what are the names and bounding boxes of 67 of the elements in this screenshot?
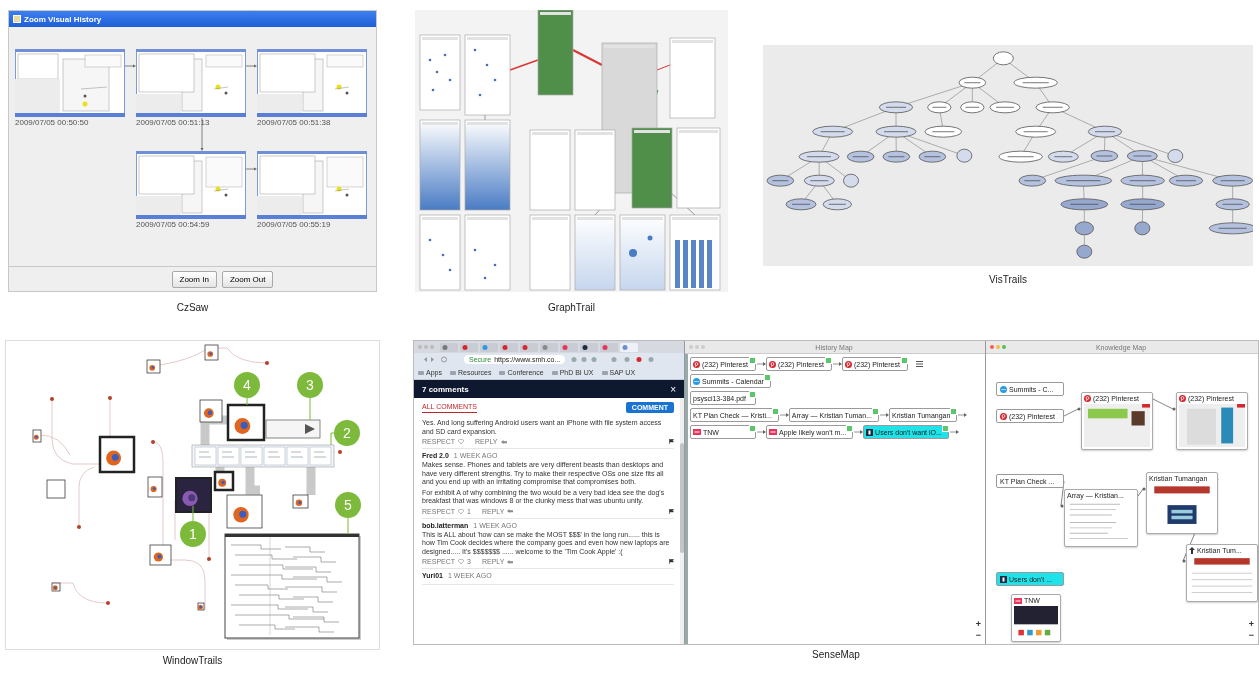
screenshot-thumbnail[interactable] [257,151,367,219]
reply-icon[interactable] [507,559,514,564]
arrow [778,412,789,418]
globe-icon [693,377,700,385]
zoom-button[interactable]: − [975,631,981,640]
arrow [243,167,257,171]
arrow [243,64,257,68]
pin-logo-icon [845,360,852,368]
arrow [1063,407,1081,417]
pin-logo-icon [693,360,700,368]
arrow [1060,480,1065,508]
figure-caption: VisTrails [989,274,1027,285]
zoom-button[interactable]: + [975,620,981,629]
pin-logo-icon [1179,395,1186,402]
snapshot-timestamp: 2009/07/05 00:51:38 [257,118,331,127]
page-preview [1084,404,1150,447]
snapshot-timestamp: 2009/07/05 00:55:19 [257,220,331,229]
zoom-button[interactable]: + [1248,620,1254,629]
arrow [853,429,864,435]
arrow [1137,487,1146,497]
pin-icon [1189,547,1195,554]
arrow [948,429,959,435]
arrow [957,412,968,418]
arrow [122,64,136,68]
arrow [756,361,766,367]
snapshot-timestamp: 2009/07/05 00:50:50 [15,118,89,127]
menu-icon[interactable] [916,361,923,367]
flag-icon[interactable] [669,559,674,564]
pin-logo-icon [1000,412,1007,420]
square-logo-icon [1000,575,1007,583]
zoom-button[interactable]: Zoom In [171,270,217,288]
screenshot-thumbnail[interactable] [136,49,246,117]
comments-title: 7 comments [422,384,469,394]
arrow [879,412,889,418]
figure-caption: CzSaw [176,302,209,313]
news-logo-icon [693,429,701,435]
news-logo-icon [1014,597,1022,604]
zoom-button[interactable]: − [1248,631,1254,640]
page-preview [1014,606,1058,639]
close-button[interactable]: × [670,383,676,395]
flag-icon[interactable] [669,439,674,444]
pin-logo-icon [769,360,776,368]
pin-logo-icon [1084,395,1091,402]
heart-icon[interactable] [458,439,465,444]
screenshot-thumbnail[interactable] [15,49,125,117]
snapshot-timestamp: 2009/07/05 00:54:59 [136,220,210,229]
arrow [756,429,766,435]
page-preview [1179,404,1245,447]
arrow [832,361,842,367]
window-title: Zoom Visual History [24,14,102,24]
heart-icon[interactable] [458,508,465,514]
reply-icon[interactable] [500,439,507,444]
snapshot-timestamp: 2009/07/05 00:51:13 [136,118,210,127]
flag-icon[interactable] [669,508,674,514]
screenshot-thumbnail[interactable] [136,151,246,219]
heart-icon[interactable] [458,559,465,564]
figure-caption: WindowTrails [162,655,223,666]
zoom-button[interactable]: Zoom Out [221,270,274,288]
globe-icon [1000,385,1007,393]
figure-caption: GraphTrail [548,302,595,313]
screenshot-thumbnail[interactable] [257,49,367,117]
figure-caption: SenseMap [812,649,860,660]
news-logo-icon [769,429,777,435]
scrollbar[interactable] [680,398,684,644]
square-logo-icon [866,428,874,436]
reply-icon[interactable] [507,509,514,513]
app-icon [13,15,21,23]
